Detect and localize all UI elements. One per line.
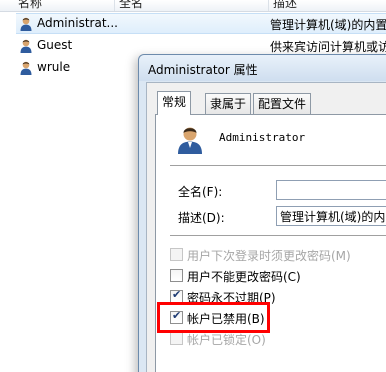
user-icon (20, 61, 32, 75)
list-header: 名称 全名 描述 (0, 0, 386, 12)
screen: 名称 全名 描述 Administrat... 管理计算机(域)的内置 Gues… (0, 0, 386, 372)
checkbox-box[interactable] (170, 309, 183, 324)
checkbox-box[interactable] (170, 248, 183, 261)
dialog-body: 常规 隶属于 配置文件 Administrator 全名(F): 描述(D): … (146, 82, 386, 372)
list-item-administrator[interactable]: Administrat... 管理计算机(域)的内置 (0, 13, 386, 34)
tab-general[interactable]: 常规 (157, 91, 192, 115)
checkbox-label: 用户下次登录时须更改密码(M) (187, 249, 351, 263)
user-icon (20, 17, 32, 31)
checkbox-box[interactable] (170, 288, 183, 303)
description-label: 描述(D): (178, 211, 225, 225)
column-header-name[interactable]: 名称 (14, 0, 114, 11)
checkbox-label: 帐户已禁用(B) (187, 312, 265, 326)
description-input[interactable]: 管理计算机(域)的内置 (276, 206, 386, 226)
divider (170, 165, 386, 166)
user-name: wrule (37, 60, 71, 74)
column-header-fullname[interactable]: 全名 (114, 0, 270, 11)
account-name: Administrator (219, 131, 306, 144)
list-item-guest[interactable]: Guest 供来宾访问计算机或访 (0, 35, 386, 56)
fullname-label: 全名(F): (178, 185, 223, 199)
checkbox-label: 帐户已锁定(O) (187, 333, 266, 347)
user-account-icon (175, 126, 205, 154)
checkbox-box[interactable] (170, 269, 183, 282)
checkbox-box[interactable] (170, 332, 183, 345)
tab-member-of[interactable]: 隶属于 (205, 93, 252, 114)
dialog-title: Administrator 属性 (148, 63, 258, 77)
divider (170, 235, 386, 236)
user-icon (20, 39, 32, 53)
checkbox-label: 用户不能更改密码(C) (187, 270, 301, 284)
tab-profile[interactable]: 配置文件 (253, 93, 312, 114)
user-description: 供来宾访问计算机或访 (270, 40, 386, 54)
user-name: Guest (37, 38, 73, 52)
properties-dialog: Administrator 属性 常规 隶属于 配置文件 Administrat… (138, 54, 386, 372)
dialog-title-bar[interactable]: Administrator 属性 (139, 55, 386, 81)
checkbox-label: 密码永不过期(P) (187, 291, 276, 305)
fullname-input[interactable] (276, 180, 386, 200)
user-name: Administrat... (37, 16, 118, 30)
tab-panel-general: Administrator 全名(F): 描述(D): 管理计算机(域)的内置 … (155, 114, 386, 372)
user-description: 管理计算机(域)的内置 (270, 18, 386, 32)
column-header-description[interactable]: 描述 (268, 0, 386, 11)
